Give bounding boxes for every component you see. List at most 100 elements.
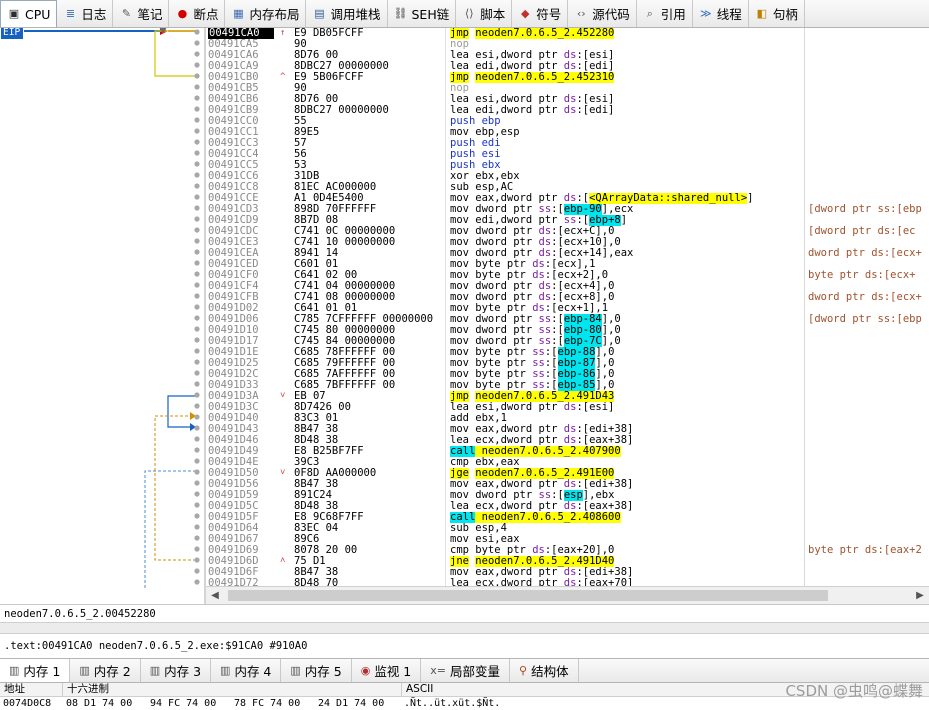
instruction-bytes[interactable]: C741 04 00000000 (294, 281, 450, 292)
disasm-row[interactable]: 00491CD9 8B7D 08 mov edi,dword ptr ss:[ebp… (206, 215, 929, 226)
disasm-row[interactable]: 00491CB6 8D76 00 lea esi,dword ptr ds:[esi… (206, 94, 929, 105)
instruction-bytes[interactable]: E8 9C68F7FF (294, 512, 450, 523)
instruction-text[interactable]: cmp ebx,eax (450, 457, 804, 468)
breakpoint-dot-icon[interactable] (194, 40, 200, 46)
breakpoint-dot-icon[interactable] (194, 194, 200, 200)
instruction-text[interactable]: nop (450, 83, 804, 94)
dump-tab-3[interactable]: ▥ 内存 4 (211, 659, 282, 682)
instruction-text[interactable]: mov dword ptr ds:[ecx+10],0 (450, 237, 804, 248)
instruction-text[interactable]: mov dword ptr ss:[ebp-84],0 (450, 314, 804, 325)
breakpoint-dot-icon[interactable] (194, 62, 200, 68)
breakpoint-dot-icon[interactable] (194, 513, 200, 519)
disasm-row[interactable]: 00491D4E 39C3 cmp ebx,eax (206, 457, 929, 468)
instruction-bytes[interactable]: A1 0D4E5400 (294, 193, 450, 204)
dump-header-hex[interactable]: 十六进制 (62, 683, 109, 697)
instruction-bytes[interactable]: 8D48 38 (294, 435, 450, 446)
breakpoint-dot-icon[interactable] (194, 315, 200, 321)
disasm-row[interactable]: 00491CA9 8DBC27 00000000 lea edi,dword ptr… (206, 61, 929, 72)
breakpoint-dot-icon[interactable] (194, 260, 200, 266)
disasm-row[interactable]: 00491D6D ˄ 75 D1 jne neoden7.0.6.5_2.491D40 (206, 556, 929, 567)
instruction-text[interactable]: mov dword ptr ss:[ebp-7C],0 (450, 336, 804, 347)
breakpoint-dot-icon[interactable] (194, 51, 200, 57)
breakpoint-dot-icon[interactable] (194, 381, 200, 387)
disasm-row[interactable]: 00491CC1 89E5 mov ebp,esp (206, 127, 929, 138)
disasm-row[interactable]: 00491CDC C741 0C 00000000 mov dword ptr ds… (206, 226, 929, 237)
instruction-text[interactable]: mov byte ptr ds:[ecx+1],1 (450, 303, 804, 314)
instruction-bytes[interactable]: C741 08 00000000 (294, 292, 450, 303)
instruction-text[interactable]: jmp neoden7.0.6.5_2.452280 (450, 28, 804, 39)
instruction-text[interactable]: add ebx,1 (450, 413, 804, 424)
instruction-bytes[interactable]: 90 (294, 83, 450, 94)
dump-dword[interactable]: 08 D1 74 00 (66, 697, 132, 710)
disasm-row[interactable]: 00491CED C601 01 mov byte ptr ds:[ecx],1 (206, 259, 929, 270)
instruction-bytes[interactable]: E9 5B06FCFF (294, 72, 450, 83)
breakpoint-dot-icon[interactable] (194, 546, 200, 552)
scroll-left-icon[interactable]: ◀ (208, 589, 222, 602)
disasm-row[interactable]: 00491D64 83EC 04 sub esp,4 (206, 523, 929, 534)
tab-9[interactable]: ‹› 源代码 (568, 0, 637, 27)
disasm-row[interactable]: 00491D3C 8D7426 00 lea esi,dword ptr ds:[e… (206, 402, 929, 413)
instruction-text[interactable]: mov eax,dword ptr ds:[edi+38] (450, 424, 804, 435)
instruction-text[interactable]: mov dword ptr ss:[ebp-80],0 (450, 325, 804, 336)
disasm-row[interactable]: 00491D67 89C6 mov esi,eax (206, 534, 929, 545)
instruction-bytes[interactable]: 55 (294, 116, 450, 127)
disasm-row[interactable]: 00491CA6 8D76 00 lea esi,dword ptr ds:[esi… (206, 50, 929, 61)
dump-row-ascii[interactable]: .Ñt..üt.xüt.$Ñt. (404, 697, 500, 710)
breakpoint-dot-icon[interactable] (194, 403, 200, 409)
breakpoint-dot-icon[interactable] (194, 139, 200, 145)
instruction-text[interactable]: jmp neoden7.0.6.5_2.491D43 (450, 391, 804, 402)
breakpoint-dot-icon[interactable] (194, 172, 200, 178)
breakpoint-dot-icon[interactable] (194, 29, 200, 35)
instruction-text[interactable]: sub esp,4 (450, 523, 804, 534)
tab-4[interactable]: ▦ 内存布局 (225, 0, 307, 27)
breakpoint-dot-icon[interactable] (194, 436, 200, 442)
breakpoint-dot-icon[interactable] (194, 249, 200, 255)
breakpoint-dot-icon[interactable] (194, 491, 200, 497)
instruction-bytes[interactable]: C745 84 00000000 (294, 336, 450, 347)
disasm-row[interactable]: 00491D1E C685 78FFFFFF 00 mov byte ptr ss:… (206, 347, 929, 358)
breakpoint-dot-icon[interactable] (194, 480, 200, 486)
dump-row-address[interactable]: 0074D0C8 (3, 697, 51, 710)
scroll-right-icon[interactable]: ▶ (913, 589, 927, 602)
disasm-row[interactable]: 00491CC4 56 push esi (206, 149, 929, 160)
instruction-text[interactable]: mov eax,dword ptr ds:[<QArrayData::share… (450, 193, 804, 204)
breakpoint-dot-icon[interactable] (194, 447, 200, 453)
scrollbar-thumb[interactable] (228, 590, 828, 601)
horizontal-scrollbar[interactable]: ◀ ▶ (206, 586, 929, 604)
instruction-text[interactable]: lea edi,dword ptr ds:[edi] (450, 61, 804, 72)
instruction-bytes[interactable]: C685 7BFFFFFF 00 (294, 380, 450, 391)
disasm-row[interactable]: 00491D49 E8 B25BF7FF call neoden7.0.6.5_2.… (206, 446, 929, 457)
instruction-text[interactable]: mov ebp,esp (450, 127, 804, 138)
breakpoint-dot-icon[interactable] (194, 183, 200, 189)
instruction-bytes[interactable]: 8B47 38 (294, 424, 450, 435)
instruction-bytes[interactable]: C741 10 00000000 (294, 237, 450, 248)
instruction-text[interactable]: jmp neoden7.0.6.5_2.452310 (450, 72, 804, 83)
instruction-bytes[interactable]: 31DB (294, 171, 450, 182)
instruction-bytes[interactable]: 0F8D AA000000 (294, 468, 450, 479)
disasm-row[interactable]: 00491D56 8B47 38 mov eax,dword ptr ds:[edi… (206, 479, 929, 490)
disasm-row[interactable]: 00491CB9 8DBC27 00000000 lea edi,dword ptr… (206, 105, 929, 116)
instruction-bytes[interactable]: 53 (294, 160, 450, 171)
tab-6[interactable]: ⛓ SEH链 (388, 0, 457, 27)
instruction-bytes[interactable]: 57 (294, 138, 450, 149)
instruction-comment[interactable]: dword ptr ds:[ecx+ (808, 292, 929, 303)
instruction-text[interactable]: mov dword ptr ss:[esp],ebx (450, 490, 804, 501)
instruction-bytes[interactable]: C601 01 (294, 259, 450, 270)
instruction-bytes[interactable]: 56 (294, 149, 450, 160)
instruction-bytes[interactable]: 8DBC27 00000000 (294, 105, 450, 116)
instruction-text[interactable]: push ebp (450, 116, 804, 127)
breakpoint-dot-icon[interactable] (194, 282, 200, 288)
disasm-row[interactable]: 00491D2C C685 7AFFFFFF 00 mov byte ptr ss:… (206, 369, 929, 380)
disasm-row[interactable]: 00491CF4 C741 04 00000000 mov dword ptr ds… (206, 281, 929, 292)
instruction-text[interactable]: mov dword ptr ds:[ecx+C],0 (450, 226, 804, 237)
instruction-text[interactable]: mov eax,dword ptr ds:[edi+38] (450, 479, 804, 490)
breakpoint-dot-icon[interactable] (194, 557, 200, 563)
disasm-row[interactable]: 00491D25 C685 79FFFFFF 00 mov byte ptr ss:… (206, 358, 929, 369)
instruction-text[interactable]: lea esi,dword ptr ds:[esi] (450, 94, 804, 105)
breakpoint-dot-icon[interactable] (194, 458, 200, 464)
instruction-text[interactable]: xor ebx,ebx (450, 171, 804, 182)
disasm-row[interactable]: 00491D3A ˅ EB 07 jmp neoden7.0.6.5_2.491D43 (206, 391, 929, 402)
tab-10[interactable]: ⌕ 引用 (637, 0, 693, 27)
tab-5[interactable]: ▤ 调用堆栈 (306, 0, 388, 27)
instruction-bytes[interactable]: 8941 14 (294, 248, 450, 259)
